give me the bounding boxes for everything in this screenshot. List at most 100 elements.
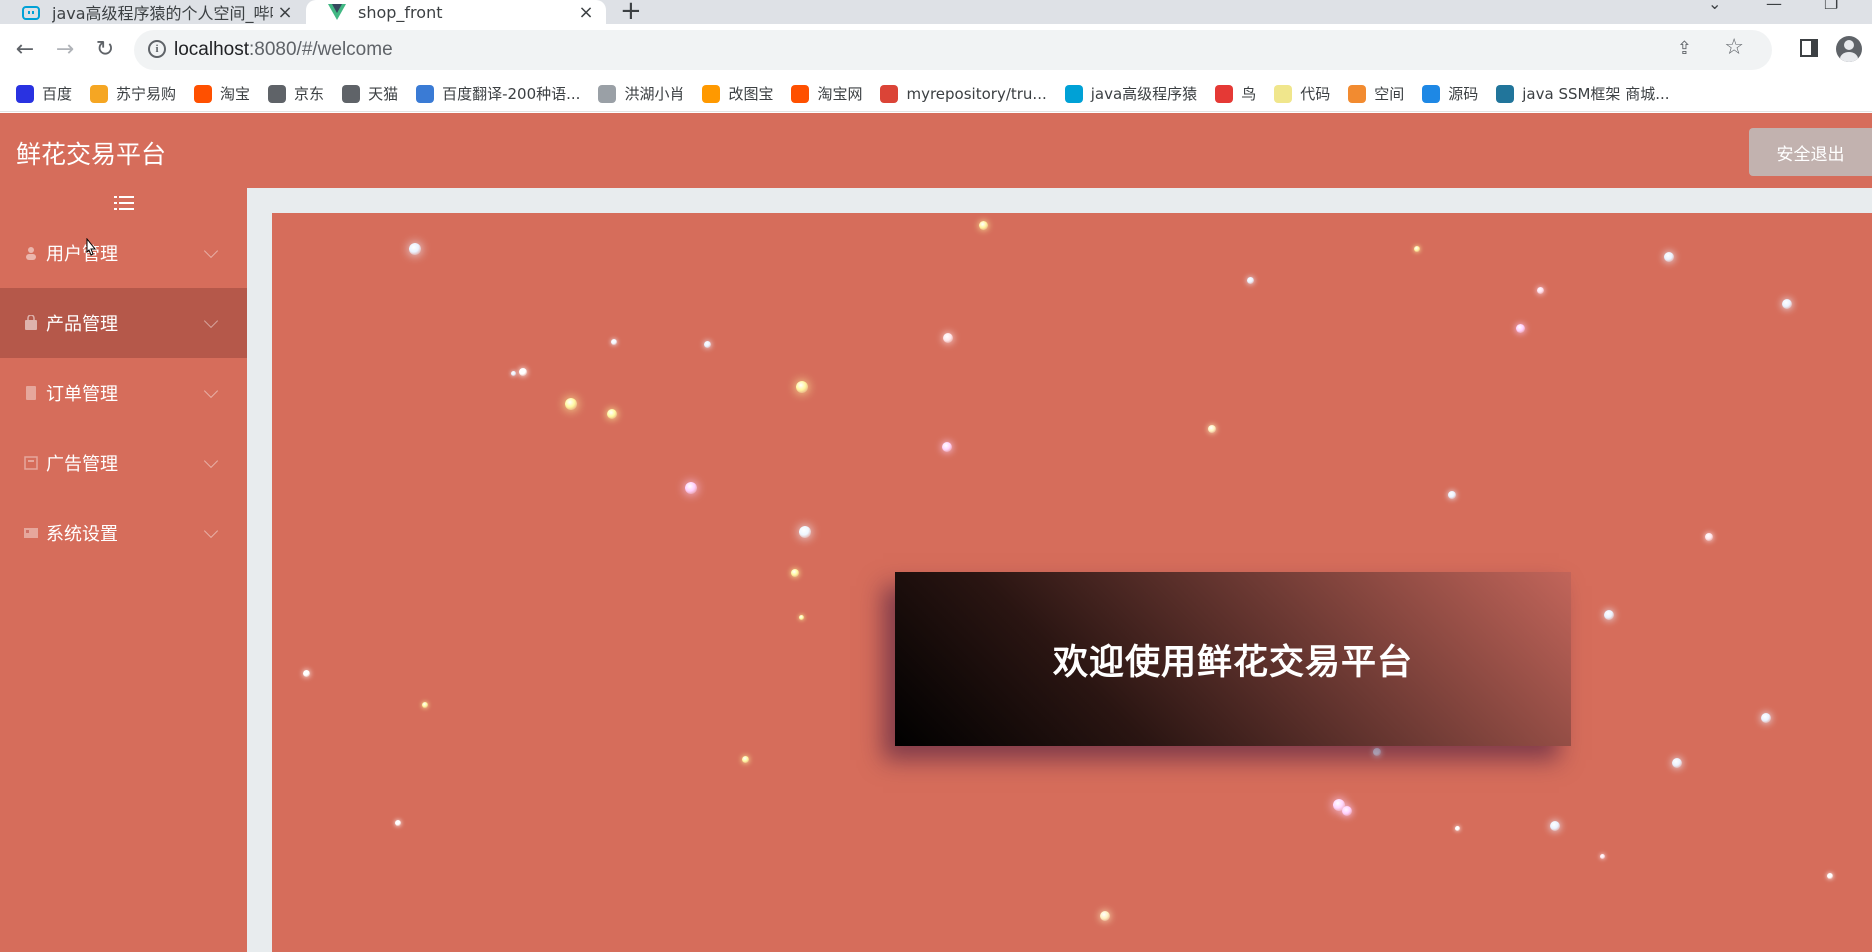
particle-dot: [796, 381, 808, 393]
particle-dot: [742, 756, 749, 763]
particle-dot: [791, 569, 799, 577]
bookmark-item[interactable]: myrepository/tru...: [880, 84, 1047, 103]
collapse-menu-toggle[interactable]: [0, 188, 247, 218]
close-tab-icon[interactable]: ×: [574, 2, 598, 23]
chevron-down-icon[interactable]: [203, 243, 219, 259]
particle-dot: [1208, 425, 1216, 433]
sidebar-menu-item[interactable]: 用户管理: [0, 218, 247, 288]
bookmark-label: java高级程序猿: [1090, 85, 1198, 103]
sidebar-menu-item[interactable]: 广告管理: [0, 428, 247, 498]
bookmark-item[interactable]: 百度翻译-200种语...: [416, 83, 580, 104]
share-icon[interactable]: ⇪: [1677, 38, 1692, 59]
bookmark-label: 京东: [294, 85, 325, 103]
bookmark-label: 淘宝网: [817, 85, 863, 103]
particle-dot: [979, 221, 988, 230]
bookmark-label: 淘宝: [220, 85, 251, 103]
bookmark-label: 鸟: [1241, 85, 1257, 103]
new-tab-button[interactable]: +: [620, 0, 642, 26]
bookmark-item[interactable]: 洪湖小肖: [598, 83, 684, 104]
particle-dot: [1827, 873, 1833, 879]
sidebar-menu-item[interactable]: 订单管理: [0, 358, 247, 428]
particle-dot: [611, 339, 617, 345]
bookmark-item[interactable]: 空间: [1348, 83, 1404, 104]
bookmark-label: 源码: [1448, 85, 1479, 103]
sidebar-menu-label: 用户管理: [46, 244, 118, 265]
sidebar-menu-item[interactable]: 系统设置: [0, 498, 247, 568]
bookmark-label: 天猫: [368, 85, 399, 103]
address-bar[interactable]: i localhost:8080/#/welcome ⇪ ☆: [134, 30, 1772, 70]
logout-button[interactable]: 安全退出: [1749, 128, 1872, 176]
bookmark-item[interactable]: 改图宝: [702, 83, 773, 104]
browser-tab-shop-front[interactable]: shop_front ×: [306, 0, 606, 24]
suning-icon: [90, 84, 109, 103]
browser-tab-bilibili[interactable]: java高级程序猿的个人空间_哔哩 ×: [0, 0, 305, 24]
tab-title: shop_front: [358, 2, 443, 22]
particle-dot: [422, 702, 428, 708]
profile-avatar-icon[interactable]: [1836, 36, 1862, 62]
sidebar-menu-label: 广告管理: [46, 454, 118, 475]
bookmark-item[interactable]: 淘宝: [194, 83, 250, 104]
chevron-down-icon[interactable]: [203, 453, 219, 469]
source-icon: [1422, 84, 1441, 103]
site-info-icon[interactable]: i: [148, 40, 166, 58]
reload-icon[interactable]: ↻: [92, 36, 118, 62]
bookmark-label: java SSM框架 商城...: [1522, 85, 1670, 103]
particle-dot: [943, 333, 953, 343]
app-brand-title: 鲜花交易平台: [16, 140, 167, 169]
bookmark-star-icon[interactable]: ☆: [1724, 35, 1744, 60]
particle-dot: [1516, 324, 1525, 333]
order-icon: [22, 384, 40, 402]
welcome-card: 欢迎使用鲜花交易平台: [895, 572, 1571, 746]
bookmark-item[interactable]: 代码: [1274, 83, 1330, 104]
particle-dot: [1448, 491, 1456, 499]
particle-dot: [1761, 713, 1771, 723]
taobao-icon: [194, 84, 213, 103]
particle-dot: [409, 243, 421, 255]
chevron-down-icon[interactable]: [203, 523, 219, 539]
close-tab-icon[interactable]: ×: [273, 2, 297, 23]
bookmark-item[interactable]: 百度: [16, 83, 72, 104]
globe-icon: [342, 84, 361, 103]
space-icon: [1348, 84, 1367, 103]
restore-icon[interactable]: ❐: [1824, 0, 1838, 13]
forward-icon[interactable]: →: [52, 36, 78, 62]
bookmark-item[interactable]: java SSM框架 商城...: [1496, 83, 1670, 104]
tab-search-icon[interactable]: ⌄: [1708, 0, 1721, 13]
particle-dot: [1333, 799, 1345, 811]
bookmark-item[interactable]: 京东: [268, 83, 324, 104]
particle-dot: [685, 482, 697, 494]
particle-dot: [395, 820, 401, 826]
back-icon[interactable]: ←: [12, 36, 38, 62]
bag-icon: [22, 314, 40, 332]
minimize-icon[interactable]: —: [1766, 0, 1782, 13]
particle-dot: [1537, 287, 1544, 294]
bookmark-item[interactable]: 鸟: [1215, 83, 1256, 104]
particle-dot: [1782, 299, 1792, 309]
chevron-down-icon[interactable]: [203, 383, 219, 399]
code-icon: [1274, 84, 1293, 103]
bookmark-item[interactable]: 淘宝网: [791, 83, 862, 104]
bird-icon: [598, 84, 617, 103]
particle-dot: [704, 341, 711, 348]
chevron-down-icon[interactable]: [203, 313, 219, 329]
bookmark-label: myrepository/tru...: [906, 84, 1047, 103]
sidebar: 用户管理产品管理 订单管理广告管理系统设置: [0, 188, 247, 952]
sidebar-menu-item[interactable]: 产品管理: [0, 288, 247, 358]
bookmark-item[interactable]: java高级程序猿: [1064, 83, 1198, 104]
tab-title: java高级程序猿的个人空间_哔哩: [52, 4, 273, 23]
gaitubao-icon: [702, 84, 721, 103]
url-host: localhost: [174, 39, 249, 60]
bilibili-icon: [22, 6, 40, 20]
taobao-icon: [791, 84, 810, 103]
app-container: 鲜花交易平台 安全退出 用户管理产品管理 订单管理广告管理系统设置 欢迎使用鲜花交…: [0, 113, 1872, 952]
particle-dot: [519, 368, 527, 376]
particle-dot: [607, 409, 617, 419]
bookmark-item[interactable]: 苏宁易购: [90, 83, 176, 104]
vue-icon: [328, 4, 346, 20]
bookmark-label: 改图宝: [728, 85, 774, 103]
bookmark-item[interactable]: 天猫: [342, 83, 398, 104]
bird-icon: [1215, 84, 1234, 103]
particle-dot: [511, 371, 516, 376]
bookmark-item[interactable]: 源码: [1422, 83, 1478, 104]
side-panel-icon[interactable]: [1800, 39, 1818, 57]
